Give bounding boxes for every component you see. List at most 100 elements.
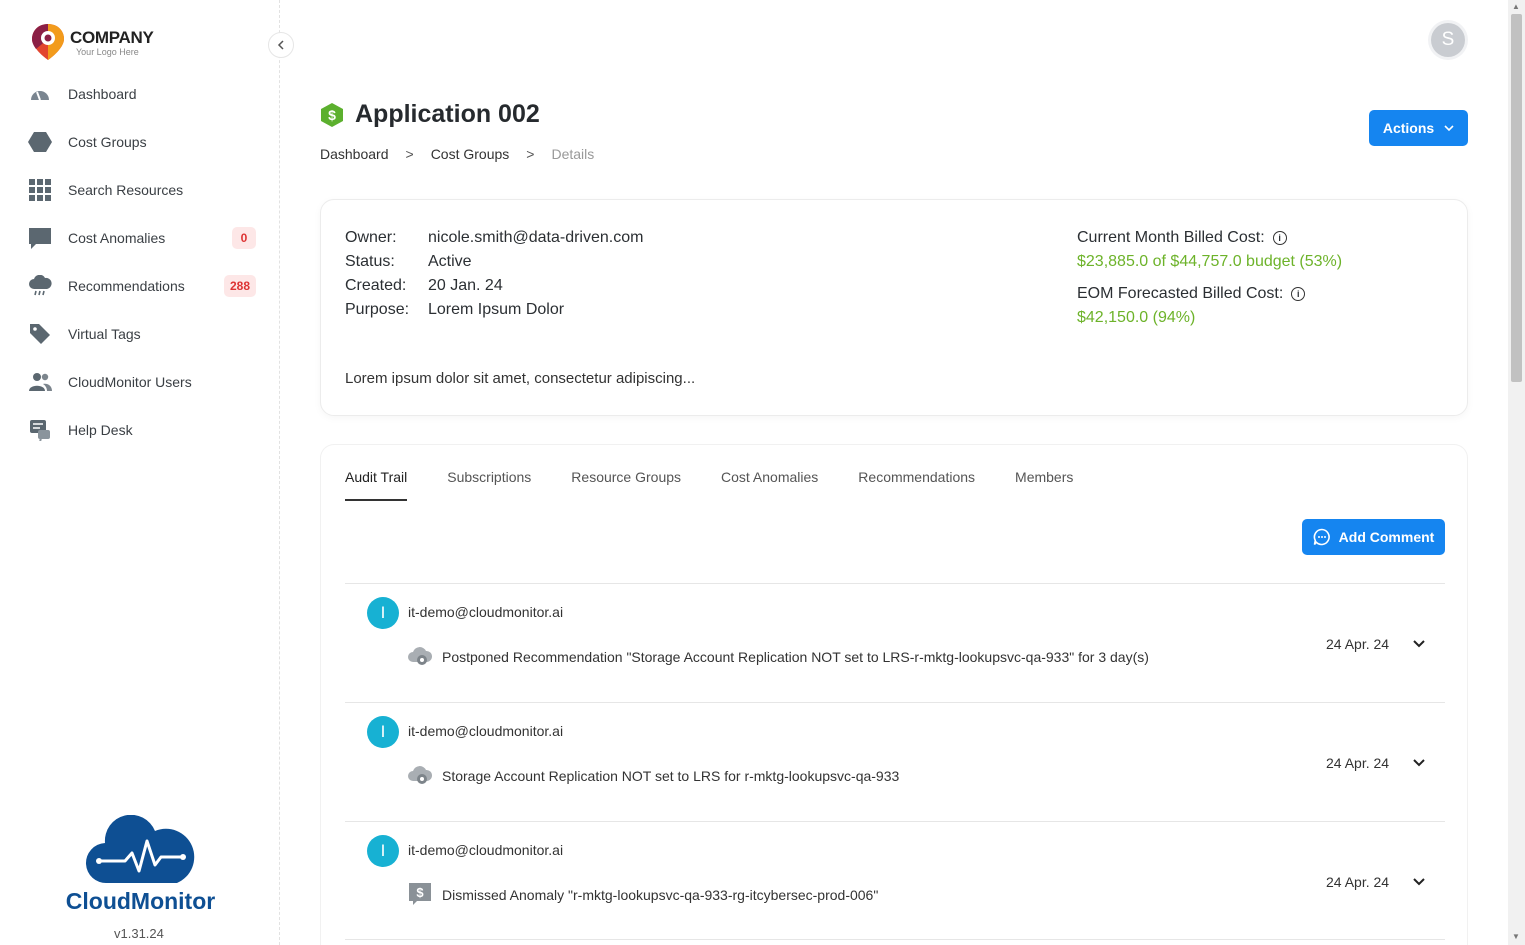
sidebar-item-search-resources[interactable]: Search Resources [28,166,260,214]
breadcrumb-separator: > [526,146,535,162]
chevron-down-icon [1444,125,1454,132]
svg-text:$: $ [416,885,424,900]
company-tagline: Your Logo Here [76,46,139,57]
hexagon-icon [28,130,52,154]
sidebar-item-dashboard[interactable]: Dashboard [28,70,260,118]
breadcrumb-separator: > [405,146,414,162]
helpdesk-icon [28,418,52,442]
dollar-chat-icon: $ [409,883,431,905]
chevron-down-icon[interactable] [1411,755,1427,771]
purpose-value: Lorem Ipsum Dolor [428,301,565,318]
owner-label: Owner: [345,229,397,246]
tab-bar: Audit Trail Subscriptions Resource Group… [345,469,1113,501]
dollar-hexagon-icon: $ [321,102,343,127]
description: Lorem ipsum dolor sit amet, consectetur … [345,370,696,387]
audit-entry: I it-demo@cloudmonitor.ai $ Dismissed An… [345,821,1445,940]
cost-summary: Current Month Billed Cost: i $23,885.0 o… [1077,226,1342,330]
info-icon[interactable]: i [1291,287,1306,301]
audit-user: it-demo@cloudmonitor.ai [408,842,564,858]
sidebar-item-cost-groups[interactable]: Cost Groups [28,118,260,166]
audit-entry: I it-demo@cloudmonitor.ai Postponed Reco… [345,583,1445,702]
cloud-gear-icon [408,647,433,665]
tab-audit-trail[interactable]: Audit Trail [345,469,408,501]
collapse-sidebar-button[interactable] [268,32,294,58]
location-pin-icon [30,22,66,62]
chat-bubble-icon [28,226,52,250]
created-value: 20 Jan. 24 [428,277,503,294]
breadcrumb-cost-groups[interactable]: Cost Groups [431,146,510,162]
sidebar-item-cost-anomalies[interactable]: Cost Anomalies 0 [28,214,260,262]
created-row: Created: 20 Jan. 24 [345,274,643,298]
audit-user: it-demo@cloudmonitor.ai [408,604,564,620]
chevron-left-icon [277,40,284,50]
audit-trail-list: I it-demo@cloudmonitor.ai Postponed Reco… [345,583,1445,940]
sidebar-nav: Dashboard Cost Groups Search Resources C… [28,70,260,454]
owner-value: nicole.smith@data-driven.com [428,229,644,246]
scrollbar-thumb[interactable] [1511,14,1522,382]
cloud-rain-icon [28,274,52,298]
users-icon [28,370,52,394]
cloud-gear-icon [408,766,433,784]
actions-button[interactable]: Actions [1369,110,1468,146]
sidebar-item-help-desk[interactable]: Help Desk [28,406,260,454]
created-label: Created: [345,277,407,294]
app-version: v1.31.24 [114,926,164,941]
eom-cost-label: EOM Forecasted Billed Cost: [1077,285,1284,302]
eom-cost-value: $42,150.0 (94%) [1077,309,1196,326]
scroll-up-arrow-icon[interactable]: ▲ [1512,2,1520,11]
page-scrollbar[interactable]: ▲ ▼ [1508,0,1525,945]
anomalies-count-badge: 0 [232,227,256,249]
sidebar-item-recommendations[interactable]: Recommendations 288 [28,262,260,310]
actions-label: Actions [1382,120,1435,136]
sidebar: COMPANY Your Logo Here Dashboard Cost Gr… [0,0,280,945]
tab-recommendations[interactable]: Recommendations [858,469,975,501]
audit-date: 24 Apr. 24 [1326,874,1390,890]
status-value: Active [428,253,472,270]
grid-icon [28,178,52,202]
current-cost-label: Current Month Billed Cost: [1077,229,1265,246]
company-logo[interactable]: COMPANY Your Logo Here [30,22,154,62]
user-initial-avatar: I [367,716,399,748]
current-cost-value: $23,885.0 of $44,757.0 budget (53%) [1077,253,1343,270]
sidebar-item-cloudmonitor-users[interactable]: CloudMonitor Users [28,358,260,406]
breadcrumb-dashboard[interactable]: Dashboard [320,146,389,162]
tab-resource-groups[interactable]: Resource Groups [571,469,681,501]
status-label: Status: [345,253,395,270]
sidebar-item-label: Search Resources [68,182,184,198]
company-name: COMPANY [70,27,154,47]
breadcrumb-details: Details [551,146,595,162]
cloudmonitor-brand: CloudMonitor [58,814,223,915]
sidebar-item-label: Cost Groups [68,134,147,150]
sidebar-item-label: CloudMonitor Users [68,374,192,390]
audit-user: it-demo@cloudmonitor.ai [408,723,564,739]
audit-action-text: Dismissed Anomaly "r-mktg-lookupsvc-qa-9… [442,887,879,903]
tab-members[interactable]: Members [1015,469,1073,501]
info-icon[interactable]: i [1272,231,1287,245]
audit-action-text: Postponed Recommendation "Storage Accoun… [442,649,1149,665]
cloud-heartbeat-icon [85,814,194,884]
chevron-down-icon[interactable] [1411,874,1427,890]
status-row: Status: Active [345,250,643,274]
owner-row: Owner: nicole.smith@data-driven.com [345,226,643,250]
recommendations-count-badge: 288 [223,275,256,297]
details-card: Owner: nicole.smith@data-driven.com Stat… [320,199,1468,416]
sidebar-item-virtual-tags[interactable]: Virtual Tags [28,310,260,358]
scroll-down-arrow-icon[interactable]: ▼ [1512,932,1520,941]
add-comment-label: Add Comment [1338,529,1435,545]
add-comment-button[interactable]: Add Comment [1302,519,1445,555]
svg-text:$: $ [328,107,336,123]
sidebar-item-label: Recommendations [68,278,185,294]
tab-cost-anomalies[interactable]: Cost Anomalies [721,469,818,501]
audit-action-text: Storage Account Replication NOT set to L… [442,768,900,784]
audit-entry: I it-demo@cloudmonitor.ai Storage Accoun… [345,702,1445,821]
sidebar-item-label: Dashboard [68,86,137,102]
audit-date: 24 Apr. 24 [1326,755,1390,771]
brand-name: CloudMonitor [65,888,216,914]
audit-date: 24 Apr. 24 [1326,636,1390,652]
tab-subscriptions[interactable]: Subscriptions [447,469,531,501]
page-title: Application 002 [355,100,540,128]
sidebar-item-label: Cost Anomalies [68,230,166,246]
user-avatar[interactable]: S [1431,23,1465,57]
chevron-down-icon[interactable] [1411,636,1427,652]
user-initial-avatar: I [367,835,399,867]
